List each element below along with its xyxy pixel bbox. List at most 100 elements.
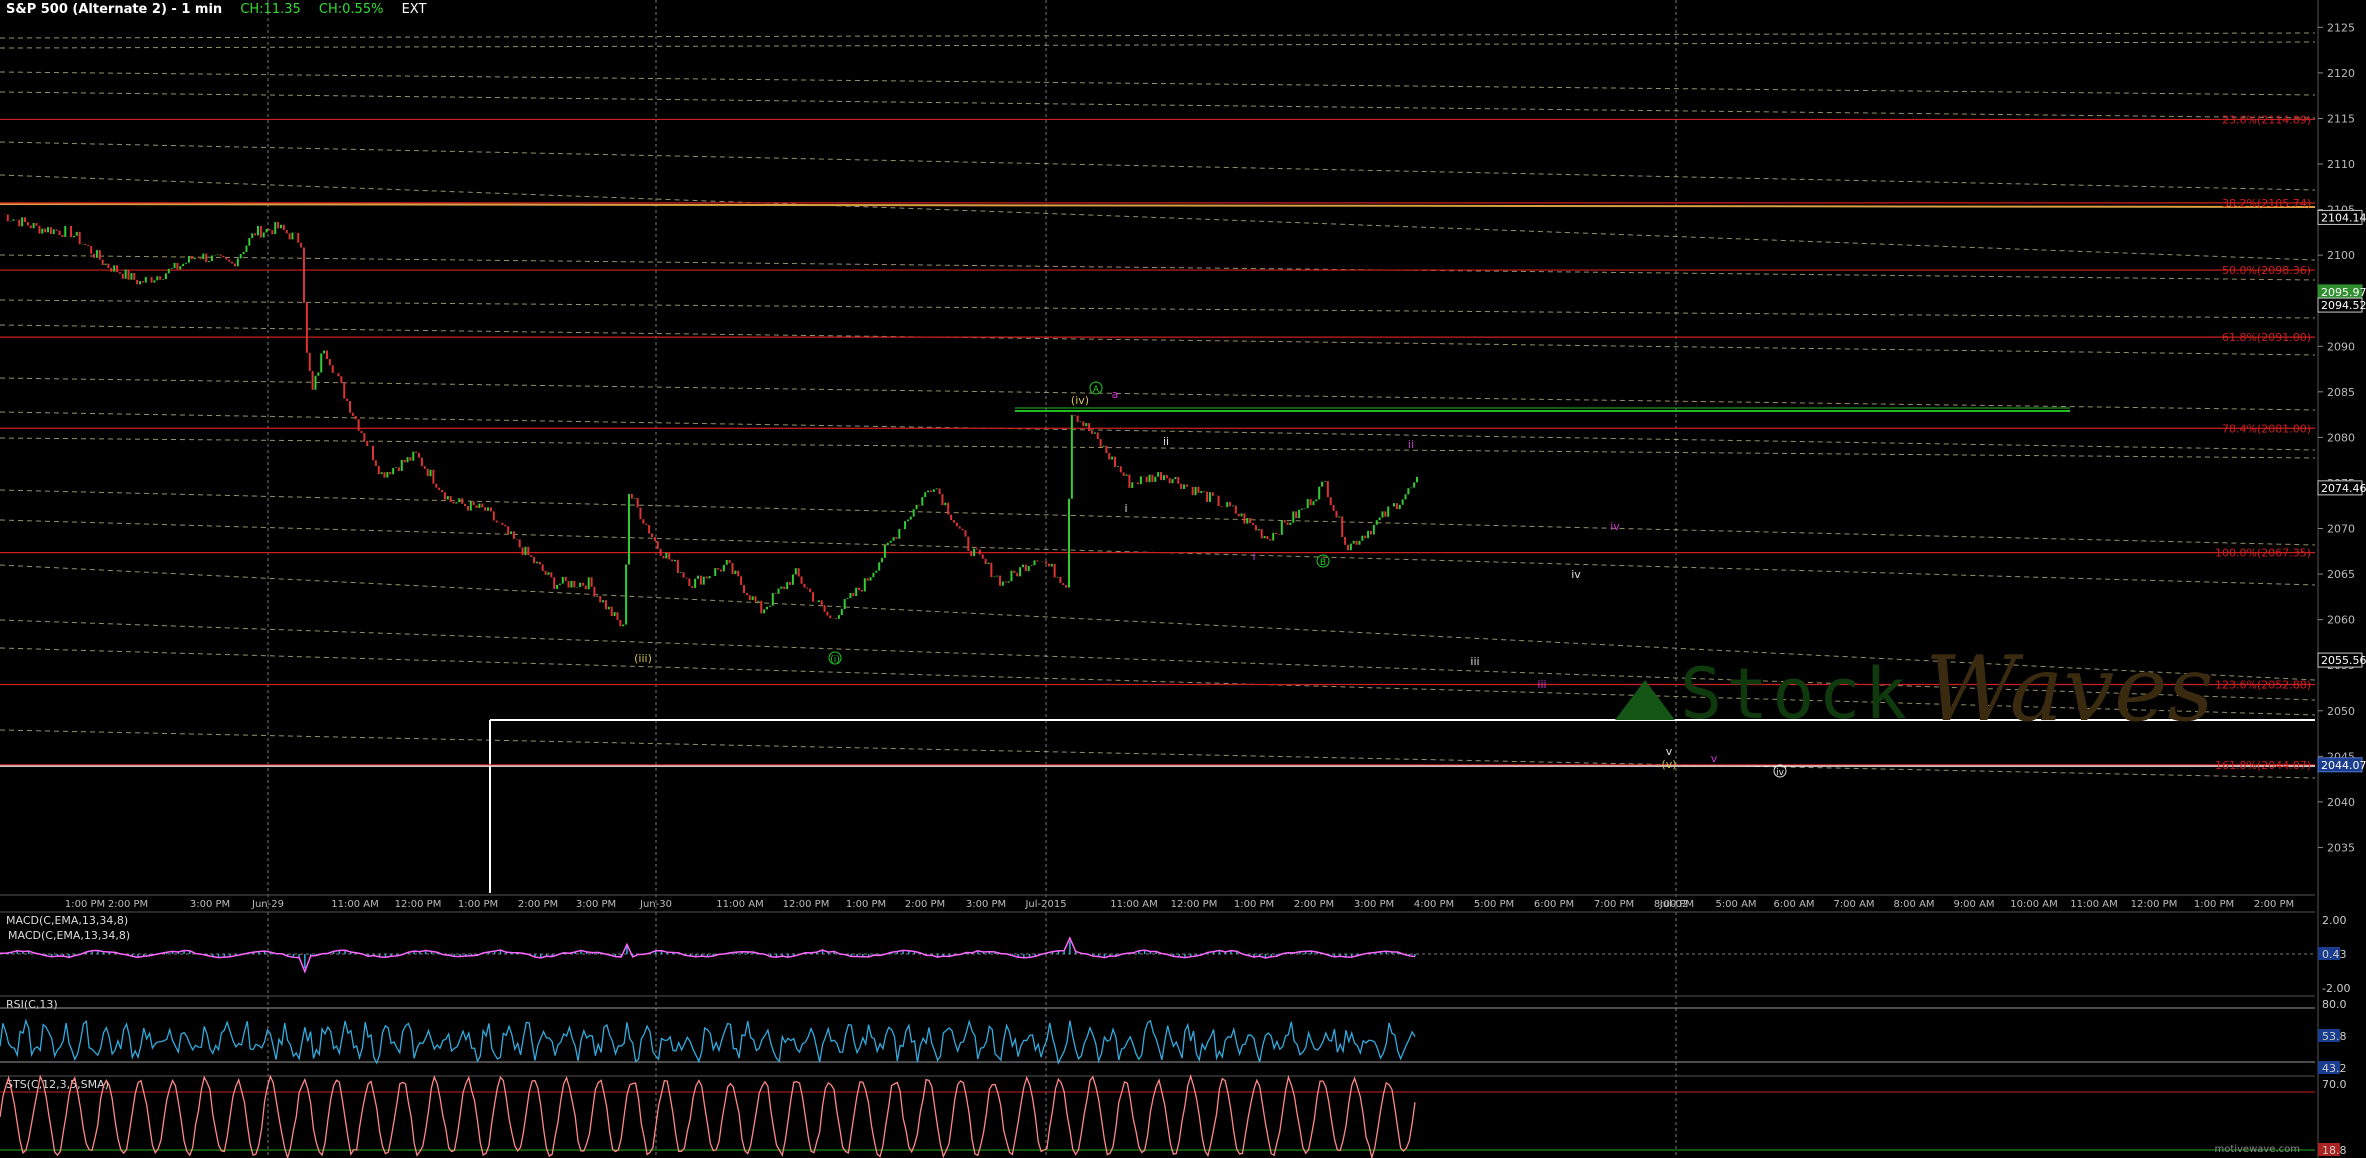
wave-label: (i) (830, 655, 840, 665)
time-tick-label: 3:00 PM (576, 899, 616, 910)
time-tick-label: 8:00 AM (1893, 899, 1934, 910)
time-tick-label: 2:00 PM (2254, 899, 2294, 910)
wave-label: ii (1408, 438, 1414, 451)
price-tick-label: 2065 (2327, 568, 2355, 581)
time-tick-label: 12:00 PM (2131, 899, 2178, 910)
time-tick-label: 9:00 AM (1953, 899, 1994, 910)
wave-label: iv (1610, 520, 1620, 533)
time-tick-label: 5:00 PM (1474, 899, 1514, 910)
wave-label: A (1093, 385, 1100, 395)
time-tick-label: 6:00 AM (1773, 899, 1814, 910)
time-tick-label: 11:00 AM (1110, 899, 1157, 910)
change-value: CH:11.35 (240, 2, 301, 17)
session-label: EXT (401, 2, 427, 17)
time-tick-label: Jun-29 (251, 899, 284, 910)
indicator-tick-label: 70.0 (2322, 1078, 2347, 1091)
watermark-faded-text: Stock (1680, 653, 1911, 735)
price-tag-label: 2044.07 (2321, 759, 2366, 772)
price-tick-label: 2125 (2327, 21, 2355, 34)
stoch-label: STS(C,12,3,5,SMA) (6, 1078, 109, 1091)
time-tick-label: 5:00 AM (1715, 899, 1756, 910)
price-tick-label: 2120 (2327, 67, 2355, 80)
time-tick-label: 1:00 PM (65, 899, 105, 910)
price-tick-label: 2115 (2327, 112, 2355, 125)
time-tick-label: 7:00 AM (1833, 899, 1874, 910)
indicator-tick-label: -2.00 (2322, 982, 2350, 995)
time-tick-label: 2:00 PM (518, 899, 558, 910)
macd-label-2: MACD(C,EMA,13,34,8) (8, 929, 130, 942)
time-tick-label: 1:00 PM (2194, 899, 2234, 910)
footer-brand: motivewave.com (2214, 1144, 2300, 1155)
wave-label: v (1666, 745, 1673, 758)
price-tag-label: 2055.56 (2321, 654, 2366, 667)
wave-label: ii (1163, 435, 1169, 448)
fib-label: 61.8%(2091.00) (2222, 331, 2311, 344)
macd-label-1: MACD(C,EMA,13,34,8) (6, 914, 128, 927)
price-tick-label: 2090 (2327, 340, 2355, 353)
wave-label: (v) (1661, 758, 1676, 771)
price-tick-label: 2085 (2327, 386, 2355, 399)
wave-label: i (1124, 502, 1127, 515)
chart-header: S&P 500 (Alternate 2) - 1 min CH:11.35 C… (6, 2, 440, 17)
chart-canvas: 23.6%(2114.89) 38.2%(2105.74) 50.0%(2098.3… (0, 0, 2366, 1158)
change-percent: CH:0.55% (318, 2, 384, 17)
price-tick-label: 2070 (2327, 523, 2355, 536)
wave-label: v (1711, 752, 1718, 765)
fib-label: 100.0%(2067.35) (2215, 547, 2311, 560)
price-tag-label: 2094.52 (2321, 299, 2366, 312)
indicator-tick-label: 43.2 (2322, 1062, 2347, 1075)
wave-label: i (1252, 550, 1255, 563)
wave-label: (iii) (634, 652, 652, 665)
price-tick-label: 2040 (2327, 796, 2355, 809)
fib-label: 161.8%(2044.07) (2215, 759, 2311, 772)
wave-label: B (1320, 558, 1326, 568)
price-tick-label: 2050 (2327, 705, 2355, 718)
price-tag-label: 2074.46 (2321, 482, 2366, 495)
watermark-text: Waves (1925, 637, 2214, 742)
wave-label: (iv) (1071, 394, 1089, 407)
price-tick-label: 2100 (2327, 249, 2355, 262)
fib-label: 50.0%(2098.36) (2222, 264, 2311, 277)
wave-label: iii (1470, 655, 1479, 668)
rsi-label: RSI(C,13) (6, 998, 58, 1011)
time-tick-label: 12:00 PM (1171, 899, 1218, 910)
time-tick-label: 1:00 PM (1234, 899, 1274, 910)
indicator-tick-label: 2.00 (2322, 914, 2347, 927)
price-tick-label: 2110 (2327, 158, 2355, 171)
fib-label: 23.6%(2114.89) (2222, 113, 2311, 126)
time-tick-label: 2:00 PM (905, 899, 945, 910)
price-tag-label: 2104.14 (2321, 211, 2366, 224)
time-tick-label: 2:00 PM (1294, 899, 1334, 910)
wave-label: a (1112, 388, 1119, 401)
time-tick-label: Jul-02 (1659, 899, 1688, 910)
time-tick-label: Jun-30 (639, 899, 672, 910)
time-tick-label: Jul-2015 (1024, 899, 1066, 910)
time-tick-label: 11:00 AM (716, 899, 763, 910)
time-tick-label: 3:00 PM (966, 899, 1006, 910)
chart-background (0, 0, 2366, 1158)
wave-label: iv (1776, 768, 1785, 778)
time-tick-label: 2:00 PM (108, 899, 148, 910)
indicator-tick-label: 53.8 (2322, 1030, 2347, 1043)
time-tick-label: 6:00 PM (1534, 899, 1574, 910)
price-tag-label: 2095.97 (2321, 286, 2366, 299)
time-tick-label: 12:00 PM (395, 899, 442, 910)
time-tick-label: 12:00 PM (783, 899, 830, 910)
price-tick-label: 2035 (2327, 841, 2355, 854)
time-tick-label: 11:00 AM (331, 899, 378, 910)
indicator-tick-label: 80.0 (2322, 998, 2347, 1011)
price-tick-label: 2080 (2327, 431, 2355, 444)
time-tick-label: 1:00 PM (458, 899, 498, 910)
fib-label: 38.2%(2105.74) (2222, 197, 2311, 210)
time-tick-label: 1:00 PM (846, 899, 886, 910)
time-tick-label: 10:00 AM (2010, 899, 2057, 910)
time-tick-label: 3:00 PM (190, 899, 230, 910)
time-tick-label: 3:00 PM (1354, 899, 1394, 910)
wave-label: iii (1537, 678, 1546, 691)
time-tick-label: 7:00 PM (1594, 899, 1634, 910)
fib-label: 78.4%(2081.00) (2222, 422, 2311, 435)
price-tick-label: 2060 (2327, 614, 2355, 627)
grid (0, 0, 2366, 1158)
chart-title: S&P 500 (Alternate 2) - 1 min (6, 2, 223, 17)
time-tick-label: 11:00 AM (2070, 899, 2117, 910)
